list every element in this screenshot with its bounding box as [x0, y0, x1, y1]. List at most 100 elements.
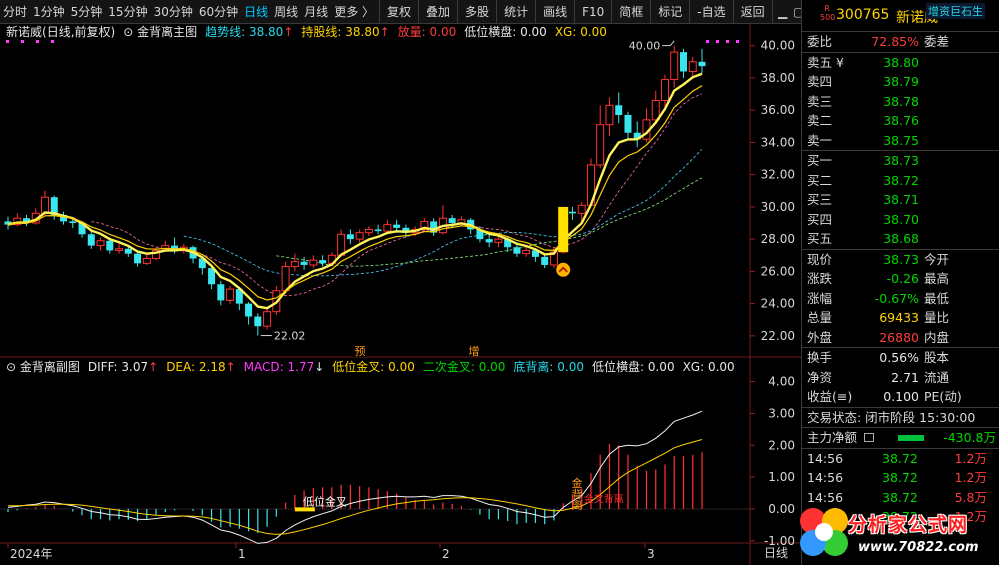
sub-axis-label: 2.00 [768, 438, 795, 452]
tool-button-2[interactable]: 多股 [460, 0, 494, 24]
price-axis-label: 26.00 [761, 264, 795, 278]
period-tab-8[interactable]: 月线 [301, 0, 331, 24]
trade-status: 交易状态: 闭市阶段 15:30:00 [807, 409, 976, 425]
marker-dot [726, 40, 729, 43]
candle-body [383, 224, 392, 232]
candle-body [541, 256, 549, 265]
candle-body [494, 238, 503, 243]
tool-button-5[interactable]: F10 [577, 0, 609, 24]
stock-code: 300765 [836, 7, 890, 23]
high-label: 40.00 [629, 40, 661, 53]
tool-button-7[interactable]: 标记 [653, 0, 687, 24]
candle-body [522, 249, 531, 255]
trend-line-value: 趋势线: 38.80↑ [205, 25, 294, 39]
quote-title: R 500 300765 新诺威 增资巨石生 [802, 0, 999, 32]
sub-xg-value: XG: 0.00 [682, 360, 735, 374]
candle-body [300, 261, 308, 265]
candle-body [688, 61, 697, 72]
period-tab-6[interactable]: 日线 [241, 0, 271, 24]
minimize-icon[interactable]: ▁ [775, 0, 791, 24]
xg-value: XG: 0.00 [554, 25, 607, 39]
candle-body [670, 51, 679, 81]
tick-row: 14:5638.721.2万 [807, 470, 987, 485]
toolbar-divider [771, 0, 773, 24]
toolbar-divider [535, 0, 537, 24]
candle-body [624, 115, 632, 133]
marker-dot [706, 40, 709, 43]
candle-body [87, 234, 95, 246]
toolbar-divider [689, 0, 691, 24]
candle-body [115, 248, 124, 251]
chart-canvas[interactable]: 40.0038.0036.0034.0032.0030.0028.0026.00… [0, 24, 801, 565]
tool-button-4[interactable]: 画线 [538, 0, 572, 24]
time-axis-label: 1 [238, 547, 246, 561]
tool-button-8[interactable]: -自选 [692, 0, 730, 24]
main-indicator-name[interactable]: ⊙ 金背离主图 [123, 24, 197, 40]
ask-row: 卖一 38.75 [807, 132, 919, 148]
weibi-row: 委比 72.85% 委差 [807, 34, 950, 49]
candle-body [142, 257, 151, 264]
candle-body [660, 79, 669, 101]
sub-indicator-name[interactable]: ⊙ 金背离副图 [6, 359, 80, 375]
chart-bg [0, 24, 801, 565]
toolbar-divider [418, 0, 420, 24]
toolbar-divider [457, 0, 459, 24]
price-axis-label: 24.00 [761, 297, 795, 311]
signal-bar [558, 206, 569, 253]
stats2-row: 换手 0.56% 股本 [807, 350, 950, 365]
tool-button-1[interactable]: 叠加 [421, 0, 455, 24]
toolbar-divider [732, 0, 734, 24]
tool-button-3[interactable]: 统计 [499, 0, 533, 24]
period-tab-5[interactable]: 60分钟 [196, 0, 241, 24]
bid-row: 买三 38.71 [807, 192, 919, 207]
candle-body [290, 261, 299, 268]
stats-row: 涨跌 -0.26 最高 [807, 271, 950, 286]
list-icon[interactable] [864, 433, 874, 442]
candle-body [679, 52, 687, 72]
ticker-tag[interactable]: 增资巨石生 [926, 3, 985, 19]
tool-button-6[interactable]: 简框 [614, 0, 648, 24]
period-tab-1[interactable]: 1分钟 [30, 0, 68, 24]
time-axis-label: 2024年 [10, 547, 53, 561]
toolbar-divider [650, 0, 652, 24]
candle-body [309, 259, 318, 266]
period-tab-9[interactable]: 更多 〉 [331, 0, 377, 24]
toolbar-divider [496, 0, 498, 24]
sub-low-flat-value: 低位横盘: 0.00 [592, 360, 675, 374]
main-chart-header: 新诺威 (日线,前复权) ⊙ 金背离主图 趋势线: 38.80↑ 持股线: 38… [6, 24, 607, 40]
candle-body [485, 239, 493, 243]
chart-area: 40.00 38.00 36.00 34.00 32.00 30.00 28.00 26.00… [0, 24, 801, 565]
zeng-label: 增 [469, 344, 480, 358]
period-tab-0[interactable]: 分时 [0, 0, 30, 24]
stats2-row: 收益(≡) 0.100 PE(动) [807, 389, 962, 404]
tool-buttons: 复权 叠加 多股 统计 画线 F10 简框 标记 -自选 返回 [382, 0, 770, 24]
stats2-list: 换手 0.56% 股本 净资 2.71 流通 收益(≡) 0.100 PE(动) [802, 348, 999, 407]
period-tab-4[interactable]: 30分钟 [151, 0, 196, 24]
sub-axis-label: 4.00 [768, 375, 795, 389]
candle-body [134, 253, 142, 264]
gold-div-label: 金背离 [570, 476, 583, 511]
ask-row: 卖三 38.78 [807, 93, 919, 109]
tool-button-9[interactable]: 返回 [736, 0, 770, 24]
marker-dot [51, 40, 54, 43]
candle-body [245, 303, 253, 317]
candle-body [254, 316, 262, 327]
bid-list: 买一 38.73 买二 38.72 买三 38.71 买四 38.70 买五 38.68 [802, 151, 999, 249]
period-tab-3[interactable]: 15分钟 [105, 0, 150, 24]
candle-body [96, 240, 105, 247]
candle-body [698, 61, 706, 67]
candle-body [263, 311, 272, 327]
price-axis-label: 36.00 [761, 103, 795, 117]
diff-value: DIFF: 3.07↑ [87, 360, 159, 374]
candle-body [355, 232, 364, 240]
candle-body [615, 105, 623, 115]
quote-panel: R 500 300765 新诺威 增资巨石生 委比 72.85% 委差 卖五 ¥3… [800, 0, 999, 565]
marker-dot [716, 40, 719, 43]
candle-body [364, 228, 373, 234]
candle-body [393, 224, 401, 228]
period-tab-2[interactable]: 5分钟 [68, 0, 106, 24]
low-cross-value: 低位金叉: 0.00 [332, 360, 415, 374]
period-tab-7[interactable]: 周线 [271, 0, 301, 24]
tool-button-0[interactable]: 复权 [382, 0, 416, 24]
stats2-row: 净资 2.71 流通 [807, 369, 950, 385]
